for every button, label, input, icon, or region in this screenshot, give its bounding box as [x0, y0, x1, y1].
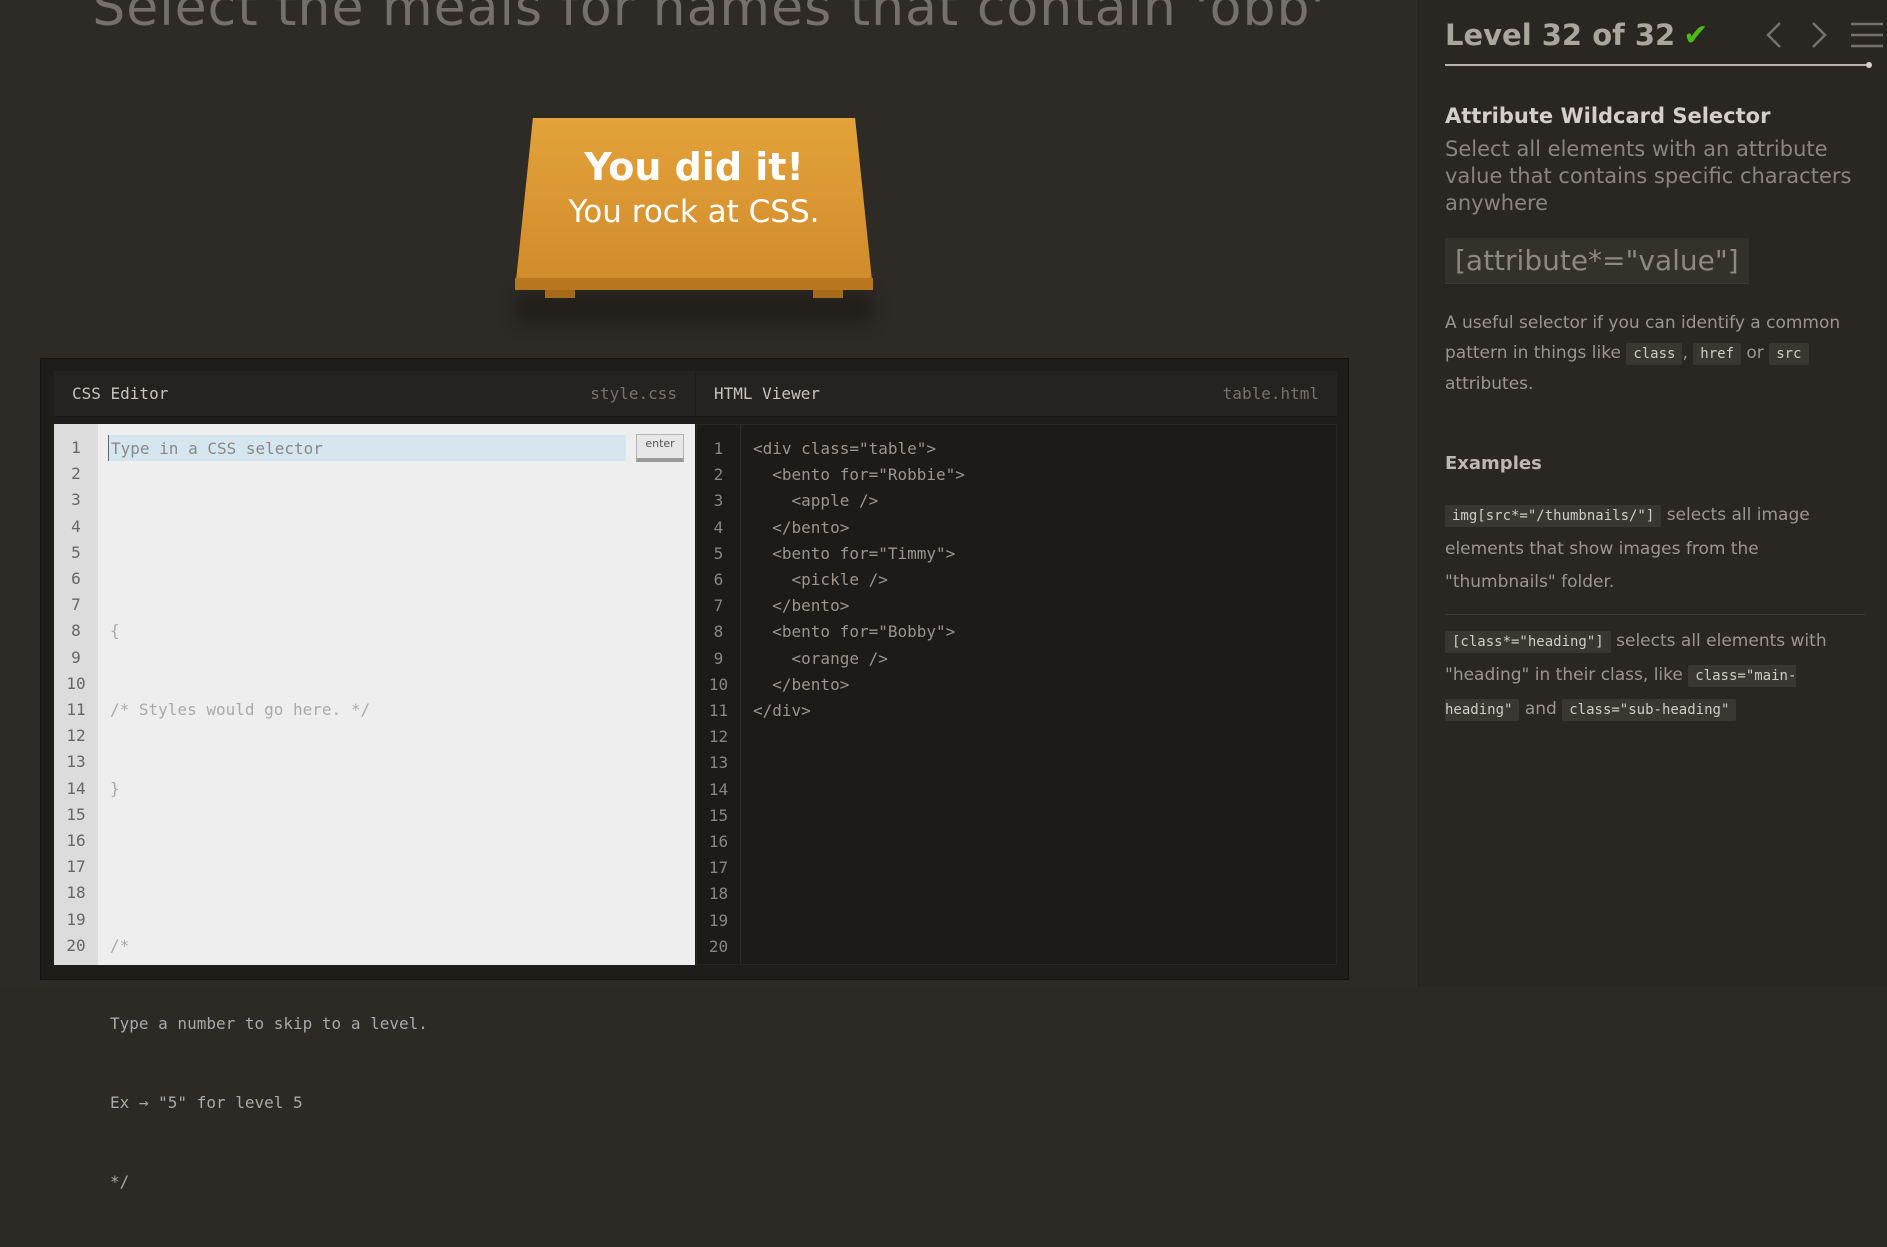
enter-button[interactable]: enter [636, 434, 684, 462]
css-code-line: } [110, 778, 120, 798]
level-indicator: Level 32 of 32 ✔ [1445, 14, 1708, 57]
game-area: Select the meals for names that contain … [0, 0, 1418, 1191]
bento-table: You did it! You rock at CSS. [515, 118, 873, 328]
html-line-numbers: 1 2 3 4 5 6 7 8 9 10 11 12 13 14 15 16 1… [697, 425, 741, 964]
html-viewer-body: 1 2 3 4 5 6 7 8 9 10 11 12 13 14 15 16 1… [696, 424, 1337, 965]
success-title: You did it! [584, 145, 804, 189]
css-code-line: */ [110, 1171, 130, 1191]
level-progress-bar [1445, 62, 1872, 68]
css-code: enter { /* Styles would go here. */ } /*… [98, 424, 695, 1191]
table-leg-left [545, 290, 575, 298]
css-code-line: { [110, 621, 120, 641]
html-viewer-title: HTML Viewer [714, 384, 820, 403]
css-filename: style.css [590, 384, 677, 403]
example-code: img[src*="/thumbnails/"] [1445, 505, 1662, 527]
level-progress-marker [1866, 62, 1872, 68]
success-message: You did it! You rock at CSS. [515, 144, 873, 234]
example-code: [class*="heading"] [1445, 631, 1611, 653]
selector-description: Select all elements with an attribute va… [1445, 137, 1852, 215]
chevron-right-icon [1812, 22, 1827, 48]
level-progress-fill [1445, 64, 1867, 66]
css-code-line: /* Styles would go here. */ [110, 700, 371, 720]
level-text: Level 32 of 32 [1445, 18, 1676, 52]
css-editor-title: CSS Editor [72, 384, 169, 403]
selector-hint: A useful selector if you can identify a … [1445, 308, 1865, 399]
css-selector-input[interactable] [108, 435, 626, 461]
hint-separator: , [1682, 343, 1688, 363]
code-editor: CSS Editor style.css 1 2 3 4 5 6 7 8 9 1… [40, 358, 1349, 1191]
selector-syntax: [attribute*="value"] [1445, 238, 1749, 284]
css-editor-body: 1 2 3 4 5 6 7 8 9 10 11 12 13 14 15 16 1… [54, 424, 695, 1191]
hint-code: href [1693, 343, 1741, 365]
html-filename: table.html [1222, 384, 1319, 403]
example-item: [class*="heading"] selects all elements … [1445, 625, 1865, 727]
example-divider [1445, 614, 1865, 615]
level-sidebar: Level 32 of 32 ✔ Attribute Wildcard Selec… [1418, 0, 1887, 987]
css-line-numbers: 1 2 3 4 5 6 7 8 9 10 11 12 13 14 15 16 1… [54, 424, 98, 965]
table-leg-right [813, 290, 843, 298]
html-markup[interactable]: <div class="table"> <bento for="Robbie">… [741, 425, 1336, 964]
examples-heading: Examples [1445, 453, 1542, 474]
css-editor-header: CSS Editor style.css [54, 371, 695, 417]
level-menu-button[interactable] [1849, 20, 1885, 50]
html-viewer-header: HTML Viewer table.html [696, 371, 1337, 417]
success-subtitle: You rock at CSS. [568, 194, 820, 230]
example-code: class="sub-heading" [1562, 699, 1737, 721]
previous-level-button[interactable] [1760, 20, 1790, 50]
css-code-line: /* [110, 935, 130, 955]
example-item: img[src*="/thumbnails/"] selects all ima… [1445, 499, 1865, 599]
selector-name: Attribute Wildcard Selector [1445, 104, 1771, 128]
css-code-line: Type a number to skip to a level. [110, 1014, 428, 1034]
hint-text: attributes. [1445, 374, 1534, 394]
check-icon: ✔ [1683, 18, 1709, 53]
css-code-line: Ex → "5" for level 5 [110, 1093, 303, 1113]
hint-code: class [1626, 343, 1683, 365]
css-editor-pane: CSS Editor style.css 1 2 3 4 5 6 7 8 9 1… [54, 371, 695, 1191]
hint-or: or [1746, 343, 1764, 363]
html-viewer-pane: HTML Viewer table.html 1 2 3 4 5 6 7 8 9… [696, 371, 1337, 965]
hint-code: src [1769, 343, 1809, 365]
css-code-line [110, 854, 695, 880]
level-instruction: Select the meals for names that contain … [92, 0, 1326, 38]
example-and: and [1524, 699, 1557, 719]
menu-icon [1851, 22, 1883, 48]
level-header: Level 32 of 32 ✔ [1445, 14, 1883, 66]
table-edge [515, 278, 873, 290]
next-level-button[interactable] [1803, 20, 1833, 50]
chevron-left-icon [1766, 22, 1781, 48]
